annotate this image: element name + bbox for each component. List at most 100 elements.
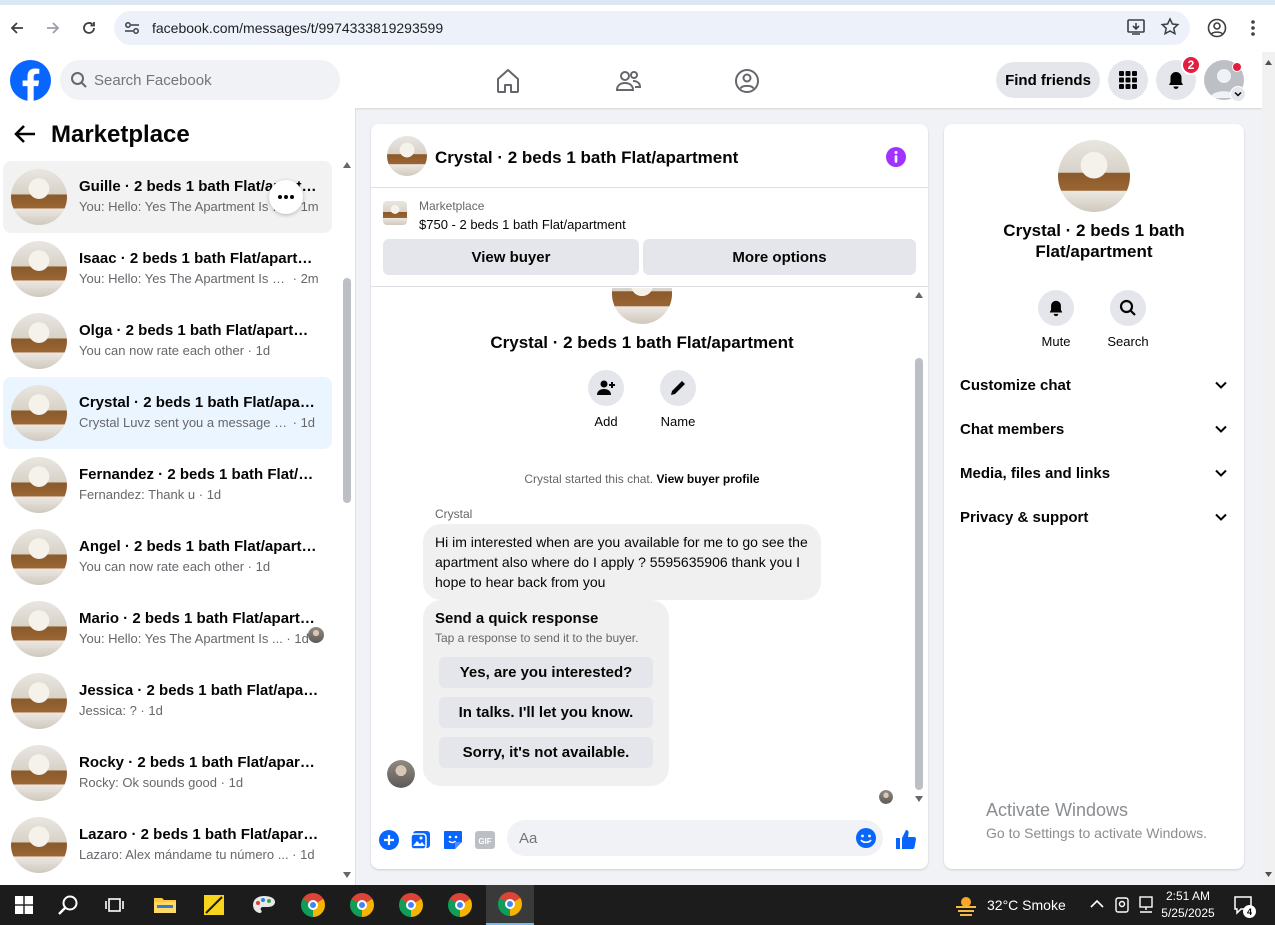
privacy-support-row[interactable]: Privacy & support — [960, 498, 1232, 538]
taskbar-clock[interactable]: 2:51 AM 5/25/2025 — [1150, 888, 1226, 922]
conversation-item[interactable]: Jessica · 2 beds 1 bath Flat/apartment Je… — [3, 665, 332, 737]
conversation-avatar — [11, 601, 67, 657]
customize-chat-row[interactable]: Customize chat — [960, 366, 1232, 406]
chat-scrollbar[interactable] — [913, 288, 925, 806]
install-app-icon[interactable] — [1126, 17, 1146, 37]
view-buyer-button[interactable]: View buyer — [383, 239, 639, 275]
conversation-item[interactable]: Guille · 2 beds 1 bath Flat/apartment You… — [3, 161, 332, 233]
browser-chrome: facebook.com/messages/t/9974333819293599 — [0, 0, 1275, 52]
chrome-profile-app[interactable] — [338, 885, 386, 925]
conversation-item[interactable]: Olga · 2 beds 1 bath Flat/apartment You c… — [3, 305, 332, 377]
sidebar-scrollbar[interactable] — [340, 158, 354, 885]
preview-time: 1d — [300, 415, 316, 430]
find-friends-button[interactable]: Find friends — [996, 62, 1100, 98]
scroll-up-icon[interactable] — [915, 292, 923, 298]
scroll-up-icon[interactable] — [343, 162, 351, 168]
conversation-item[interactable]: Lazaro · 2 beds 1 bath Flat/apartment Laz… — [3, 809, 332, 881]
quick-response-button[interactable]: Sorry, it's not available. — [439, 737, 653, 768]
address-bar[interactable]: facebook.com/messages/t/9974333819293599 — [114, 11, 1190, 45]
scroll-down-icon[interactable] — [915, 796, 923, 802]
meet-now-icon[interactable] — [1114, 896, 1130, 914]
chat-avatar[interactable] — [387, 136, 427, 176]
scroll-down-icon[interactable] — [343, 872, 351, 878]
chevron-up-icon[interactable] — [1090, 899, 1104, 909]
weather-text[interactable]: 32°C Smoke — [987, 897, 1066, 913]
conversation-item[interactable]: Mario · 2 beds 1 bath Flat/apartment You:… — [3, 593, 332, 665]
preview-time: 1d — [294, 631, 309, 646]
chrome-profile-app[interactable] — [289, 885, 337, 925]
groups-icon[interactable] — [732, 66, 762, 96]
plus-circle-icon[interactable] — [377, 828, 401, 852]
friends-icon[interactable] — [613, 66, 643, 96]
mute-action[interactable]: Mute — [1026, 290, 1086, 349]
chrome-active-app[interactable] — [486, 885, 534, 925]
conversation-title: Mario · 2 beds 1 bath Flat/apartment — [79, 610, 319, 627]
quick-response-button[interactable]: Yes, are you interested? — [439, 657, 653, 688]
taskbar-search[interactable] — [44, 885, 92, 925]
conversation-item[interactable]: Angel · 2 beds 1 bath Flat/apartment You … — [3, 521, 332, 593]
add-people-action[interactable]: Add — [576, 370, 636, 429]
details-avatar[interactable] — [1058, 140, 1130, 212]
message-bubble[interactable]: Hi im interested when are you available … — [423, 524, 821, 600]
chrome-profile-app[interactable] — [436, 885, 484, 925]
reload-button[interactable] — [75, 14, 103, 42]
back-arrow-icon[interactable] — [14, 124, 36, 144]
listing-price[interactable]: $750 - 2 beds 1 bath Flat/apartment — [419, 217, 626, 232]
profile-icon[interactable] — [1207, 18, 1227, 38]
conversation-item[interactable]: Fernandez · 2 beds 1 bath Flat/apartment… — [3, 449, 332, 521]
back-button[interactable] — [3, 14, 31, 42]
search-input[interactable] — [94, 60, 334, 100]
menu-button[interactable] — [1108, 60, 1148, 100]
chat-title[interactable]: Crystal · 2 beds 1 bath Flat/apartment — [435, 148, 738, 168]
conversation-item[interactable]: Crystal · 2 beds 1 bath Flat/apartment Cr… — [3, 377, 332, 449]
chat-scroll-thumb[interactable] — [915, 358, 923, 790]
browser-menu-icon[interactable] — [1248, 18, 1258, 38]
forward-button[interactable] — [39, 14, 67, 42]
file-explorer-app[interactable] — [141, 885, 189, 925]
home-icon[interactable] — [493, 66, 523, 96]
separator-dot: · — [195, 487, 207, 502]
more-options-button[interactable]: More options — [643, 239, 916, 275]
facebook-header: Find friends 2 — [0, 52, 1262, 108]
sender-avatar[interactable] — [387, 760, 415, 788]
message-input[interactable] — [519, 820, 839, 856]
quick-response-card: Send a quick response Tap a response to … — [423, 600, 669, 786]
facebook-search[interactable] — [60, 60, 340, 100]
chrome-profile-app[interactable] — [387, 885, 435, 925]
sticker-icon[interactable] — [441, 828, 465, 852]
conversation-title: Crystal · 2 beds 1 bath Flat/apartment — [79, 394, 319, 411]
search-action[interactable]: Search — [1098, 290, 1158, 349]
conversation-item[interactable]: Rocky · 2 beds 1 bath Flat/apartment Rock… — [3, 737, 332, 809]
reload-icon — [83, 22, 95, 34]
bookmark-star-icon[interactable] — [1160, 17, 1180, 37]
scroll-up-icon[interactable] — [1265, 60, 1272, 65]
media-files-links-row[interactable]: Media, files and links — [960, 454, 1232, 494]
scroll-down-icon[interactable] — [1265, 872, 1272, 877]
conversation-preview: Jessica: ? · 1d — [79, 703, 319, 718]
start-button[interactable] — [0, 885, 48, 925]
paint-app[interactable] — [240, 885, 288, 925]
quick-response-button[interactable]: In talks. I'll let you know. — [439, 697, 653, 728]
photo-icon[interactable] — [409, 828, 433, 852]
facebook-logo-icon[interactable] — [10, 60, 51, 101]
name-chat-action[interactable]: Name — [648, 370, 708, 429]
preview-message: Rocky: Ok sounds good — [79, 775, 218, 790]
emoji-icon[interactable] — [855, 827, 877, 849]
page-scrollbar[interactable] — [1262, 52, 1275, 885]
account-chevron[interactable] — [1230, 86, 1246, 102]
info-icon[interactable] — [885, 146, 907, 168]
chevron-down-icon — [1215, 381, 1227, 389]
thumbs-up-icon[interactable] — [894, 828, 918, 852]
preview-message: You can now rate each other — [79, 559, 245, 574]
gif-icon[interactable]: GIF — [473, 828, 497, 852]
sticky-notes-app[interactable] — [190, 885, 238, 925]
conversation-item[interactable]: Isaac · 2 beds 1 bath Flat/apartment You:… — [3, 233, 332, 305]
task-view-button[interactable] — [91, 885, 139, 925]
chat-members-row[interactable]: Chat members — [960, 410, 1232, 450]
view-buyer-profile-link[interactable]: View buyer profile — [656, 472, 759, 486]
message-input-box[interactable] — [507, 820, 883, 856]
conversation-options-button[interactable] — [269, 180, 303, 214]
listing-thumbnail[interactable] — [383, 201, 407, 225]
sidebar-scroll-thumb[interactable] — [343, 278, 351, 503]
site-settings-icon[interactable] — [124, 21, 140, 35]
